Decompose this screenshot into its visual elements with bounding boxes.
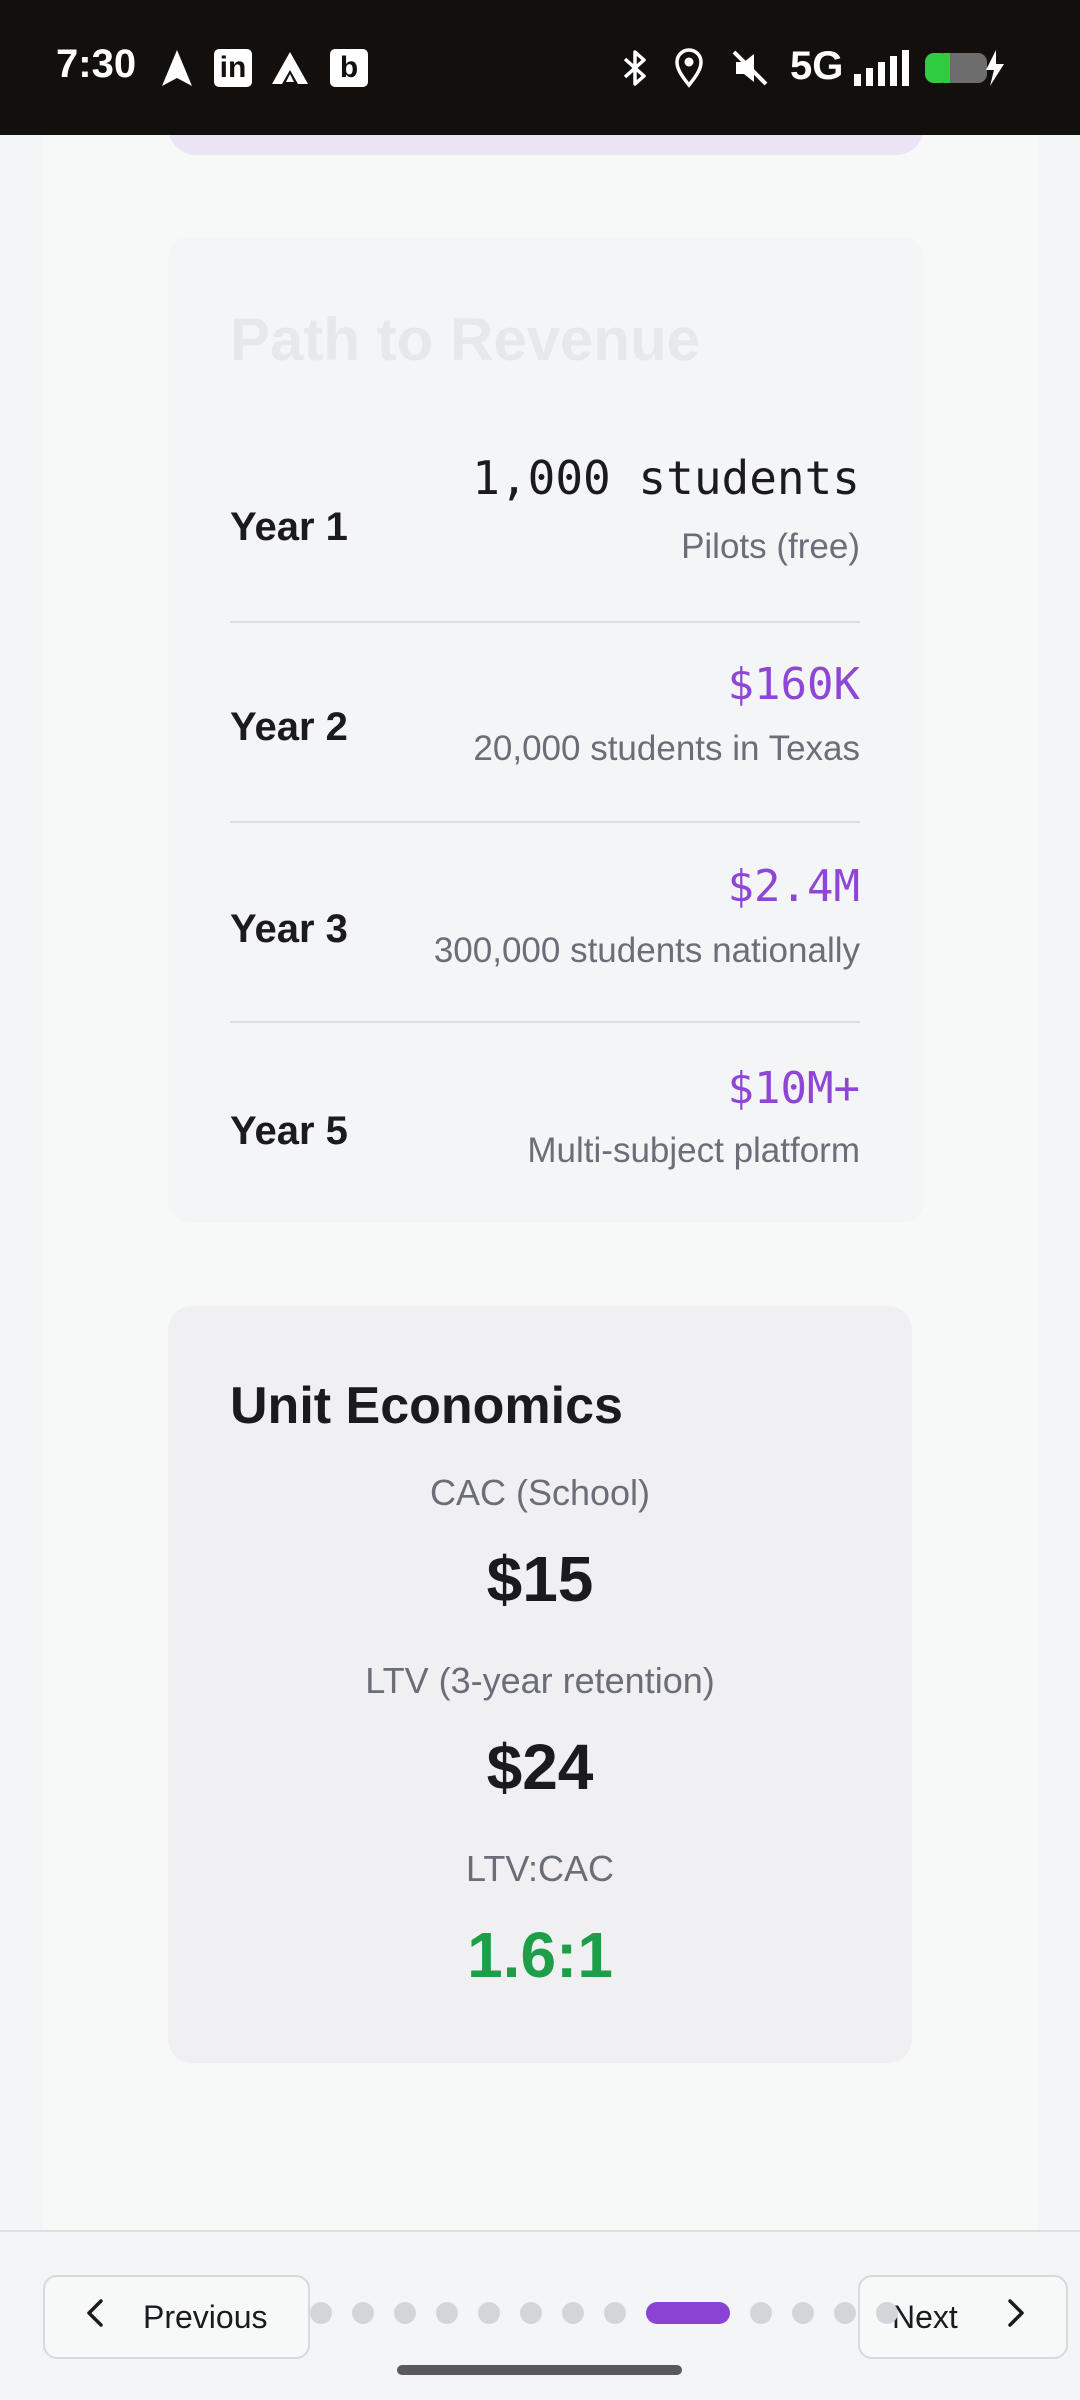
metric-value-ltv: $24 bbox=[486, 1731, 594, 1803]
network-type: 5G bbox=[790, 44, 844, 88]
status-time: 7:30 bbox=[56, 42, 137, 86]
metric-value-cac: $15 bbox=[486, 1543, 594, 1615]
chevron-right-icon bbox=[1006, 2298, 1026, 2336]
navigation-icon bbox=[160, 46, 194, 90]
linkedin-icon: in bbox=[214, 46, 252, 90]
slide-dot[interactable] bbox=[792, 2302, 814, 2324]
slide-dot[interactable] bbox=[352, 2302, 374, 2324]
metric-label-ltv-cac: LTV:CAC bbox=[465, 1848, 615, 1889]
location-icon bbox=[674, 46, 704, 90]
metric-value-ltv-cac: 1.6:1 bbox=[467, 1919, 613, 1991]
slide-dot[interactable] bbox=[478, 2302, 500, 2324]
path-to-revenue-card: Path to Revenue Year 1 1,000 students Pi… bbox=[168, 237, 924, 1223]
status-bar: 7:30 in b 5G bbox=[0, 0, 1080, 135]
revenue-value: $2.4M bbox=[727, 861, 860, 912]
b-app-icon: b bbox=[330, 46, 368, 90]
chevron-left-icon bbox=[85, 2298, 105, 2336]
bluetooth-icon bbox=[620, 46, 650, 90]
revenue-year: Year 5 bbox=[230, 1109, 348, 1153]
unit-economics-title: Unit Economics bbox=[230, 1377, 623, 1435]
slide-dot[interactable] bbox=[520, 2302, 542, 2324]
previous-button-label: Previous bbox=[143, 2298, 268, 2335]
slide-dot[interactable] bbox=[834, 2302, 856, 2324]
revenue-year: Year 1 bbox=[230, 505, 348, 549]
app-icon bbox=[270, 46, 310, 90]
slide-dot[interactable] bbox=[876, 2302, 898, 2324]
b-app-glyph: b bbox=[330, 49, 368, 87]
slide-dot[interactable] bbox=[604, 2302, 626, 2324]
revenue-row-year-3: Year 3 $2.4M 300,000 students nationally bbox=[230, 823, 860, 1023]
slide-dot[interactable] bbox=[436, 2302, 458, 2324]
revenue-row-year-1: Year 1 1,000 students Pilots (free) bbox=[230, 423, 860, 623]
revenue-row-year-2: Year 2 $160K 20,000 students in Texas bbox=[230, 623, 860, 823]
home-indicator[interactable] bbox=[397, 2365, 682, 2375]
slide-dot-active[interactable] bbox=[646, 2302, 730, 2324]
battery-charging-icon bbox=[924, 46, 1006, 90]
previous-section-edge bbox=[168, 135, 924, 155]
revenue-description: 300,000 students nationally bbox=[433, 931, 860, 970]
mute-icon bbox=[730, 46, 770, 90]
slide-dot[interactable] bbox=[562, 2302, 584, 2324]
signal-icon bbox=[852, 46, 912, 90]
revenue-title: Path to Revenue bbox=[230, 306, 701, 373]
slide-content[interactable]: Path to Revenue Year 1 1,000 students Pi… bbox=[0, 135, 1080, 2230]
linkedin-glyph: in bbox=[214, 49, 252, 87]
revenue-year: Year 2 bbox=[230, 705, 348, 749]
previous-button[interactable]: Previous bbox=[43, 2275, 310, 2359]
revenue-year: Year 3 bbox=[230, 907, 348, 951]
slide-dot[interactable] bbox=[750, 2302, 772, 2324]
metric-label-ltv: LTV (3-year retention) bbox=[365, 1660, 715, 1701]
unit-economics-card: Unit Economics CAC (School) $15 LTV (3-y… bbox=[168, 1306, 912, 2063]
next-button-label: Next bbox=[892, 2298, 958, 2335]
revenue-description: Multi-subject platform bbox=[527, 1131, 860, 1170]
revenue-value: $10M+ bbox=[727, 1063, 860, 1114]
revenue-row-year-5: Year 5 $10M+ Multi-subject platform bbox=[230, 1023, 860, 1223]
slide-dot[interactable] bbox=[310, 2302, 332, 2324]
revenue-value: 1,000 students bbox=[472, 451, 860, 505]
revenue-value: $160K bbox=[727, 659, 860, 710]
slide-dot[interactable] bbox=[394, 2302, 416, 2324]
revenue-description: Pilots (free) bbox=[681, 527, 860, 566]
metric-label-cac: CAC (School) bbox=[429, 1472, 651, 1513]
revenue-description: 20,000 students in Texas bbox=[473, 729, 860, 768]
